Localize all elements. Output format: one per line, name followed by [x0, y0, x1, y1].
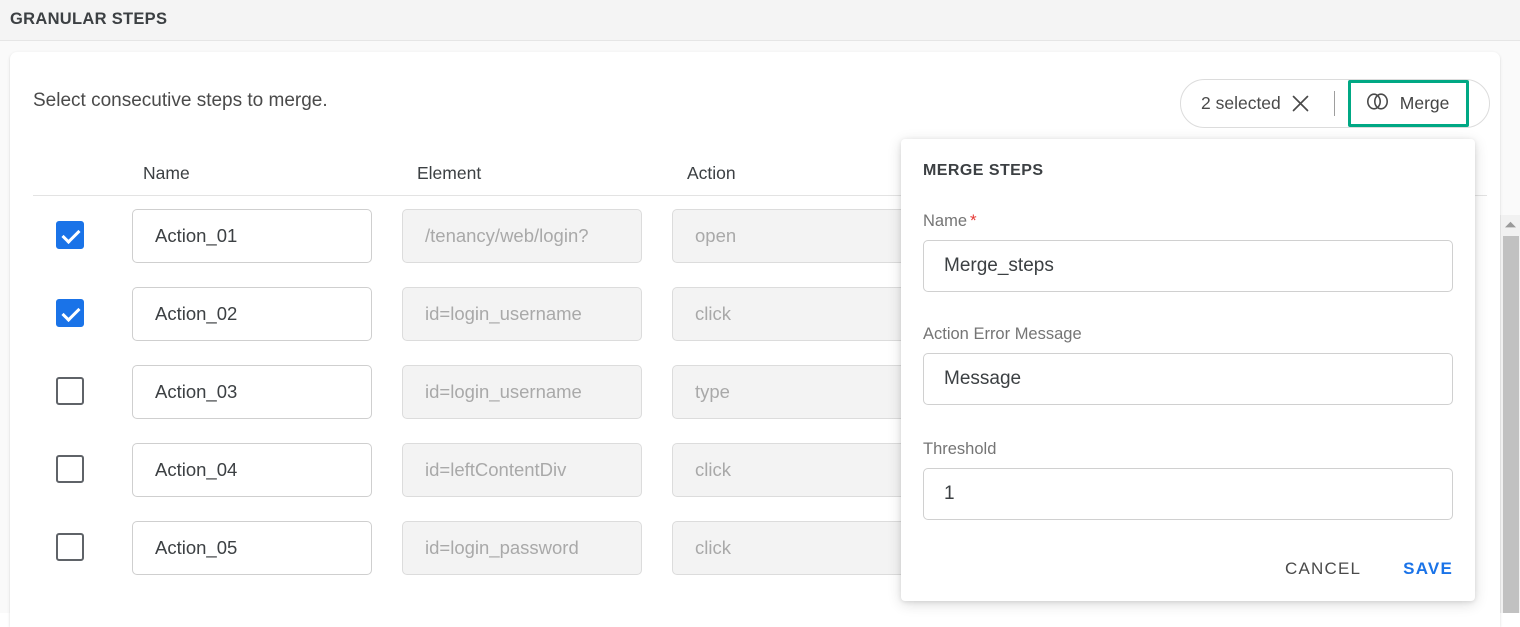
merge-threshold-input[interactable]: 1 — [923, 468, 1453, 520]
step-element-input[interactable]: id=login_password — [402, 521, 642, 575]
merge-panel-actions: CANCEL SAVE — [1285, 559, 1453, 579]
step-element-input[interactable]: /tenancy/web/login? — [402, 209, 642, 263]
merge-error-message-label: Action Error Message — [923, 325, 1082, 343]
merge-steps-panel: MERGE STEPS Name * Merge_steps Action Err… — [901, 139, 1475, 601]
merge-button[interactable]: Merge — [1347, 80, 1470, 127]
step-name-input[interactable]: Action_03 — [132, 365, 372, 419]
row-checkbox[interactable] — [56, 299, 84, 327]
selected-count-label: 2 selected — [1201, 93, 1281, 113]
scrollbar-thumb[interactable] — [1503, 236, 1519, 613]
merge-threshold-label: Threshold — [923, 440, 997, 458]
merge-name-label-text: Name — [923, 212, 968, 230]
step-name-input[interactable]: Action_02 — [132, 287, 372, 341]
app-root: GRANULAR STEPS Select consecutive steps … — [0, 0, 1520, 627]
card-subtitle: Select consecutive steps to merge. — [33, 90, 328, 111]
cancel-button[interactable]: CANCEL — [1285, 559, 1361, 579]
step-name-input[interactable]: Action_01 — [132, 209, 372, 263]
vertical-scrollbar[interactable] — [1500, 215, 1520, 613]
save-button[interactable]: SAVE — [1403, 559, 1453, 579]
merge-error-message-field-group: Action Error Message Message — [923, 325, 1453, 405]
close-icon[interactable] — [1290, 93, 1312, 115]
merge-name-input[interactable]: Merge_steps — [923, 240, 1453, 292]
step-name-input[interactable]: Action_04 — [132, 443, 372, 497]
page-header: GRANULAR STEPS — [0, 0, 1520, 41]
step-element-input[interactable]: id=login_username — [402, 365, 642, 419]
merge-name-label: Name * — [923, 211, 1453, 231]
merge-button-label: Merge — [1399, 93, 1450, 113]
selection-toolbar: 2 selected Merge — [1180, 79, 1490, 128]
chevron-up-icon[interactable] — [1501, 215, 1520, 234]
row-checkbox[interactable] — [56, 455, 84, 483]
merge-name-field-group: Name * Merge_steps — [923, 211, 1453, 292]
required-asterisk: * — [970, 211, 977, 230]
row-checkbox[interactable] — [56, 533, 84, 561]
page-title: GRANULAR STEPS — [10, 10, 168, 28]
row-checkbox[interactable] — [56, 377, 84, 405]
merge-panel-title: MERGE STEPS — [923, 162, 1044, 179]
merge-threshold-field-group: Threshold 1 — [923, 440, 1453, 520]
merge-error-message-input[interactable]: Message — [923, 353, 1453, 405]
column-header-name: Name — [143, 163, 190, 183]
column-header-action: Action — [687, 163, 736, 183]
toolbar-divider — [1333, 91, 1335, 116]
link-chain-icon — [1365, 92, 1390, 116]
step-element-input[interactable]: id=leftContentDiv — [402, 443, 642, 497]
step-name-input[interactable]: Action_05 — [132, 521, 372, 575]
column-header-element: Element — [417, 163, 482, 183]
row-checkbox[interactable] — [56, 221, 84, 249]
step-element-input[interactable]: id=login_username — [402, 287, 642, 341]
